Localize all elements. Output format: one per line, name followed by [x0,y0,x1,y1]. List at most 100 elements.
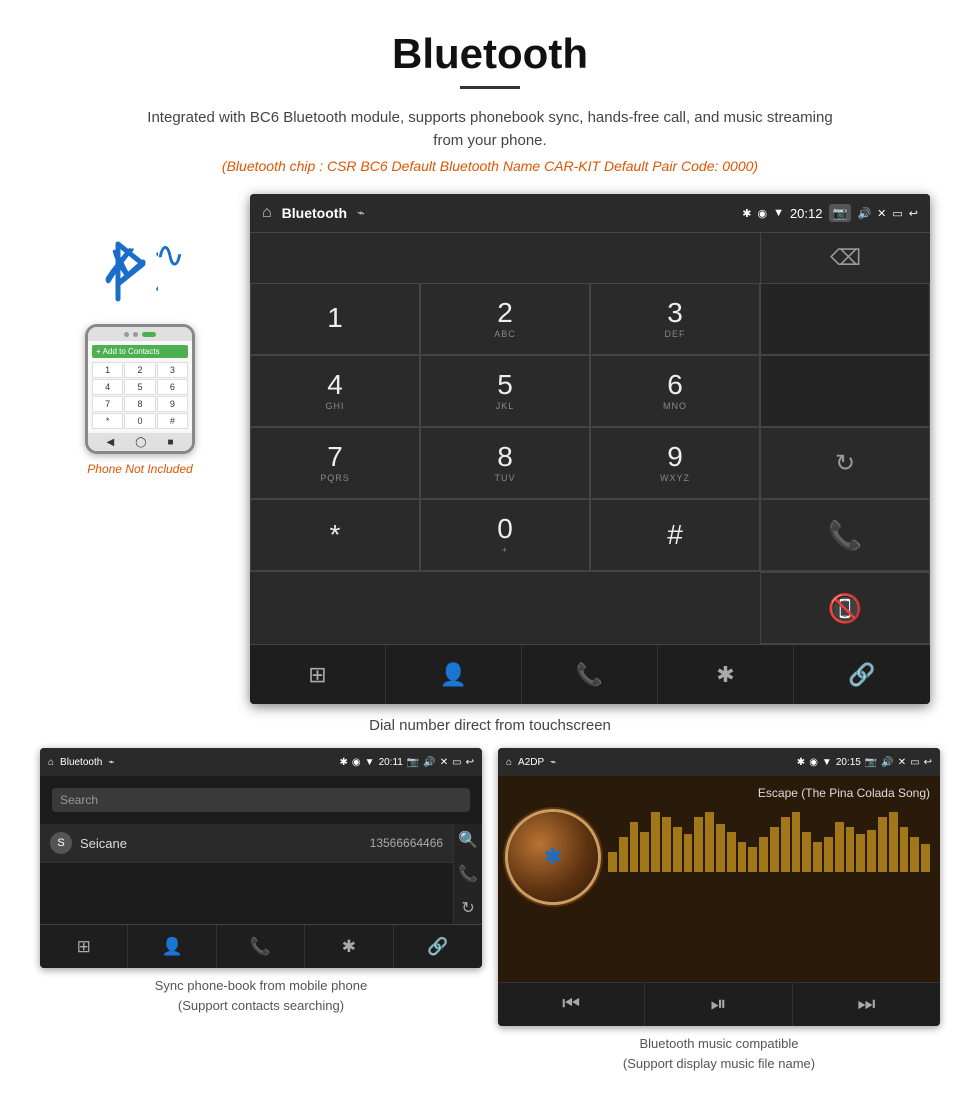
search-area: Search [40,776,482,824]
car-status-bar: ⌂ Bluetooth ⌁ ✱ ◉ ▼ 20:12 📷 🔊 ✕ ▭ ↩ [250,194,930,232]
phone-key-4[interactable]: 4 [92,379,123,395]
contact-row[interactable]: S Seicane 13566664466 [40,824,453,863]
key-0[interactable]: 0 + [420,499,590,571]
phone-key-3[interactable]: 3 [157,362,188,378]
side-reload-icon[interactable]: ↻ [461,898,474,918]
key-4[interactable]: 4 GHI [250,355,420,427]
volume-icon[interactable]: 🔊 [857,207,871,220]
pb-home-icon[interactable]: ⌂ [48,757,54,768]
key-3[interactable]: 3 DEF [590,283,760,355]
key-7[interactable]: 7 PQRS [250,427,420,499]
play-pause-btn[interactable]: ⏯ [645,983,792,1026]
pb-label: Bluetooth [60,757,102,768]
specs-line: (Bluetooth chip : CSR BC6 Default Blueto… [20,158,960,174]
key-9[interactable]: 9 WXYZ [590,427,760,499]
phone-back-btn[interactable]: ◀ [107,437,115,448]
music-home-icon[interactable]: ⌂ [506,757,512,768]
key-5[interactable]: 5 JKL [420,355,590,427]
music-win-icon[interactable]: ▭ [910,757,919,768]
pb-loc-icon: ◉ [352,757,361,768]
nav-contacts-btn[interactable]: 👤 [386,645,522,704]
music-screen: ⌂ A2DP ⌁ ✱ ◉ ▼ 20:15 📷 🔊 ✕ ▭ ↩ E [498,748,940,1026]
side-search-icon[interactable]: 🔍 [458,830,478,850]
key-hash[interactable]: # [590,499,760,571]
pb-nav-dialpad[interactable]: ⊞ [40,925,128,968]
dialer-input[interactable] [250,233,760,283]
car-bottom-nav: ⊞ 👤 📞 ✱ 🔗 [250,644,930,704]
call-button[interactable]: 📞 [760,499,930,571]
home-icon[interactable]: ⌂ [262,204,272,222]
back-icon[interactable]: ↩ [909,207,918,220]
viz-bar [921,844,930,872]
key-8[interactable]: 8 TUV [420,427,590,499]
music-vol-icon[interactable]: 🔊 [881,757,893,768]
phone-key-1[interactable]: 1 [92,362,123,378]
phone-key-hash[interactable]: # [157,413,188,429]
nav-dialpad-btn[interactable]: ⊞ [250,645,386,704]
phone-body: +Add to Contacts 1 2 3 4 5 6 7 8 9 * 0 # [85,324,195,454]
music-usb-icon: ⌁ [550,757,556,768]
pb-nav-contacts[interactable]: 👤 [128,925,216,968]
next-btn[interactable]: ⏭ [793,983,940,1026]
music-status-left: ⌂ A2DP ⌁ [506,757,556,768]
music-controls: ⏮ ⏯ ⏭ [498,982,940,1026]
key-1[interactable]: 1 [250,283,420,355]
phone-recent-btn[interactable]: ■ [167,437,173,448]
dialer-empty-2 [760,355,930,427]
call-green-icon: 📞 [828,519,863,552]
key-6[interactable]: 6 MNO [590,355,760,427]
nav-bt-btn[interactable]: ✱ [658,645,794,704]
dialer-backspace-btn[interactable]: ⌫ [760,233,930,283]
viz-bar [802,832,811,872]
pb-nav-calls[interactable]: 📞 [217,925,305,968]
album-art: ✱ [508,812,598,902]
viz-bar [748,847,757,872]
phone-key-9[interactable]: 9 [157,396,188,412]
time-display: 20:12 [790,206,823,221]
main-screenshot-section: ∿ ✗ +Add to Contacts 1 [0,184,980,709]
phone-key-7[interactable]: 7 [92,396,123,412]
pb-win-icon[interactable]: ▭ [452,757,461,768]
phone-key-8[interactable]: 8 [124,396,155,412]
phone-key-0[interactable]: 0 [124,413,155,429]
pb-nav-link[interactable]: 🔗 [394,925,482,968]
phonebook-screen: ⌂ Bluetooth ⌁ ✱ ◉ ▼ 20:11 📷 🔊 ✕ ▭ ↩ [40,748,482,968]
viz-bar [673,827,682,872]
pb-nav-bt[interactable]: ✱ [305,925,393,968]
music-item: ⌂ A2DP ⌁ ✱ ◉ ▼ 20:15 📷 🔊 ✕ ▭ ↩ E [498,748,940,1073]
music-close-icon[interactable]: ✕ [898,757,906,768]
viz-bar [662,817,671,872]
phone-screen: +Add to Contacts 1 2 3 4 5 6 7 8 9 * 0 # [88,341,192,433]
phone-key-2[interactable]: 2 [124,362,155,378]
song-title: Escape (The Pina Colada Song) [758,786,930,800]
pb-time: 20:11 [379,757,403,768]
phone-home-btn[interactable]: ◯ [135,437,146,448]
phone-key-5[interactable]: 5 [124,379,155,395]
pb-cam-icon[interactable]: 📷 [407,757,419,768]
phone-key-6[interactable]: 6 [157,379,188,395]
prev-btn[interactable]: ⏮ [498,983,645,1026]
key-star[interactable]: * [250,499,420,571]
viz-bar [856,834,865,872]
phone-key-star[interactable]: * [92,413,123,429]
nav-calls-btn[interactable]: 📞 [522,645,658,704]
window-icon[interactable]: ▭ [892,207,902,220]
pb-back-icon[interactable]: ↩ [466,757,474,768]
viz-bar [651,812,660,872]
music-back-icon[interactable]: ↩ [924,757,932,768]
close-icon[interactable]: ✕ [877,207,886,220]
bt-status-icon: ✱ [742,207,751,220]
hangup-button[interactable]: 📵 [760,572,930,644]
reload-btn[interactable]: ↻ [760,427,930,499]
title-section: Bluetooth Integrated with BC6 Bluetooth … [0,0,980,184]
pb-close-icon[interactable]: ✕ [440,757,448,768]
contact-name: Seicane [80,836,370,851]
nav-link-btn[interactable]: 🔗 [794,645,930,704]
music-signal-icon: ▼ [822,757,832,768]
search-bar[interactable]: Search [52,788,470,812]
side-call-icon[interactable]: 📞 [458,864,478,884]
pb-vol-icon[interactable]: 🔊 [423,757,435,768]
key-2[interactable]: 2 ABC [420,283,590,355]
music-cam-icon[interactable]: 📷 [865,757,877,768]
camera-icon[interactable]: 📷 [829,204,852,222]
